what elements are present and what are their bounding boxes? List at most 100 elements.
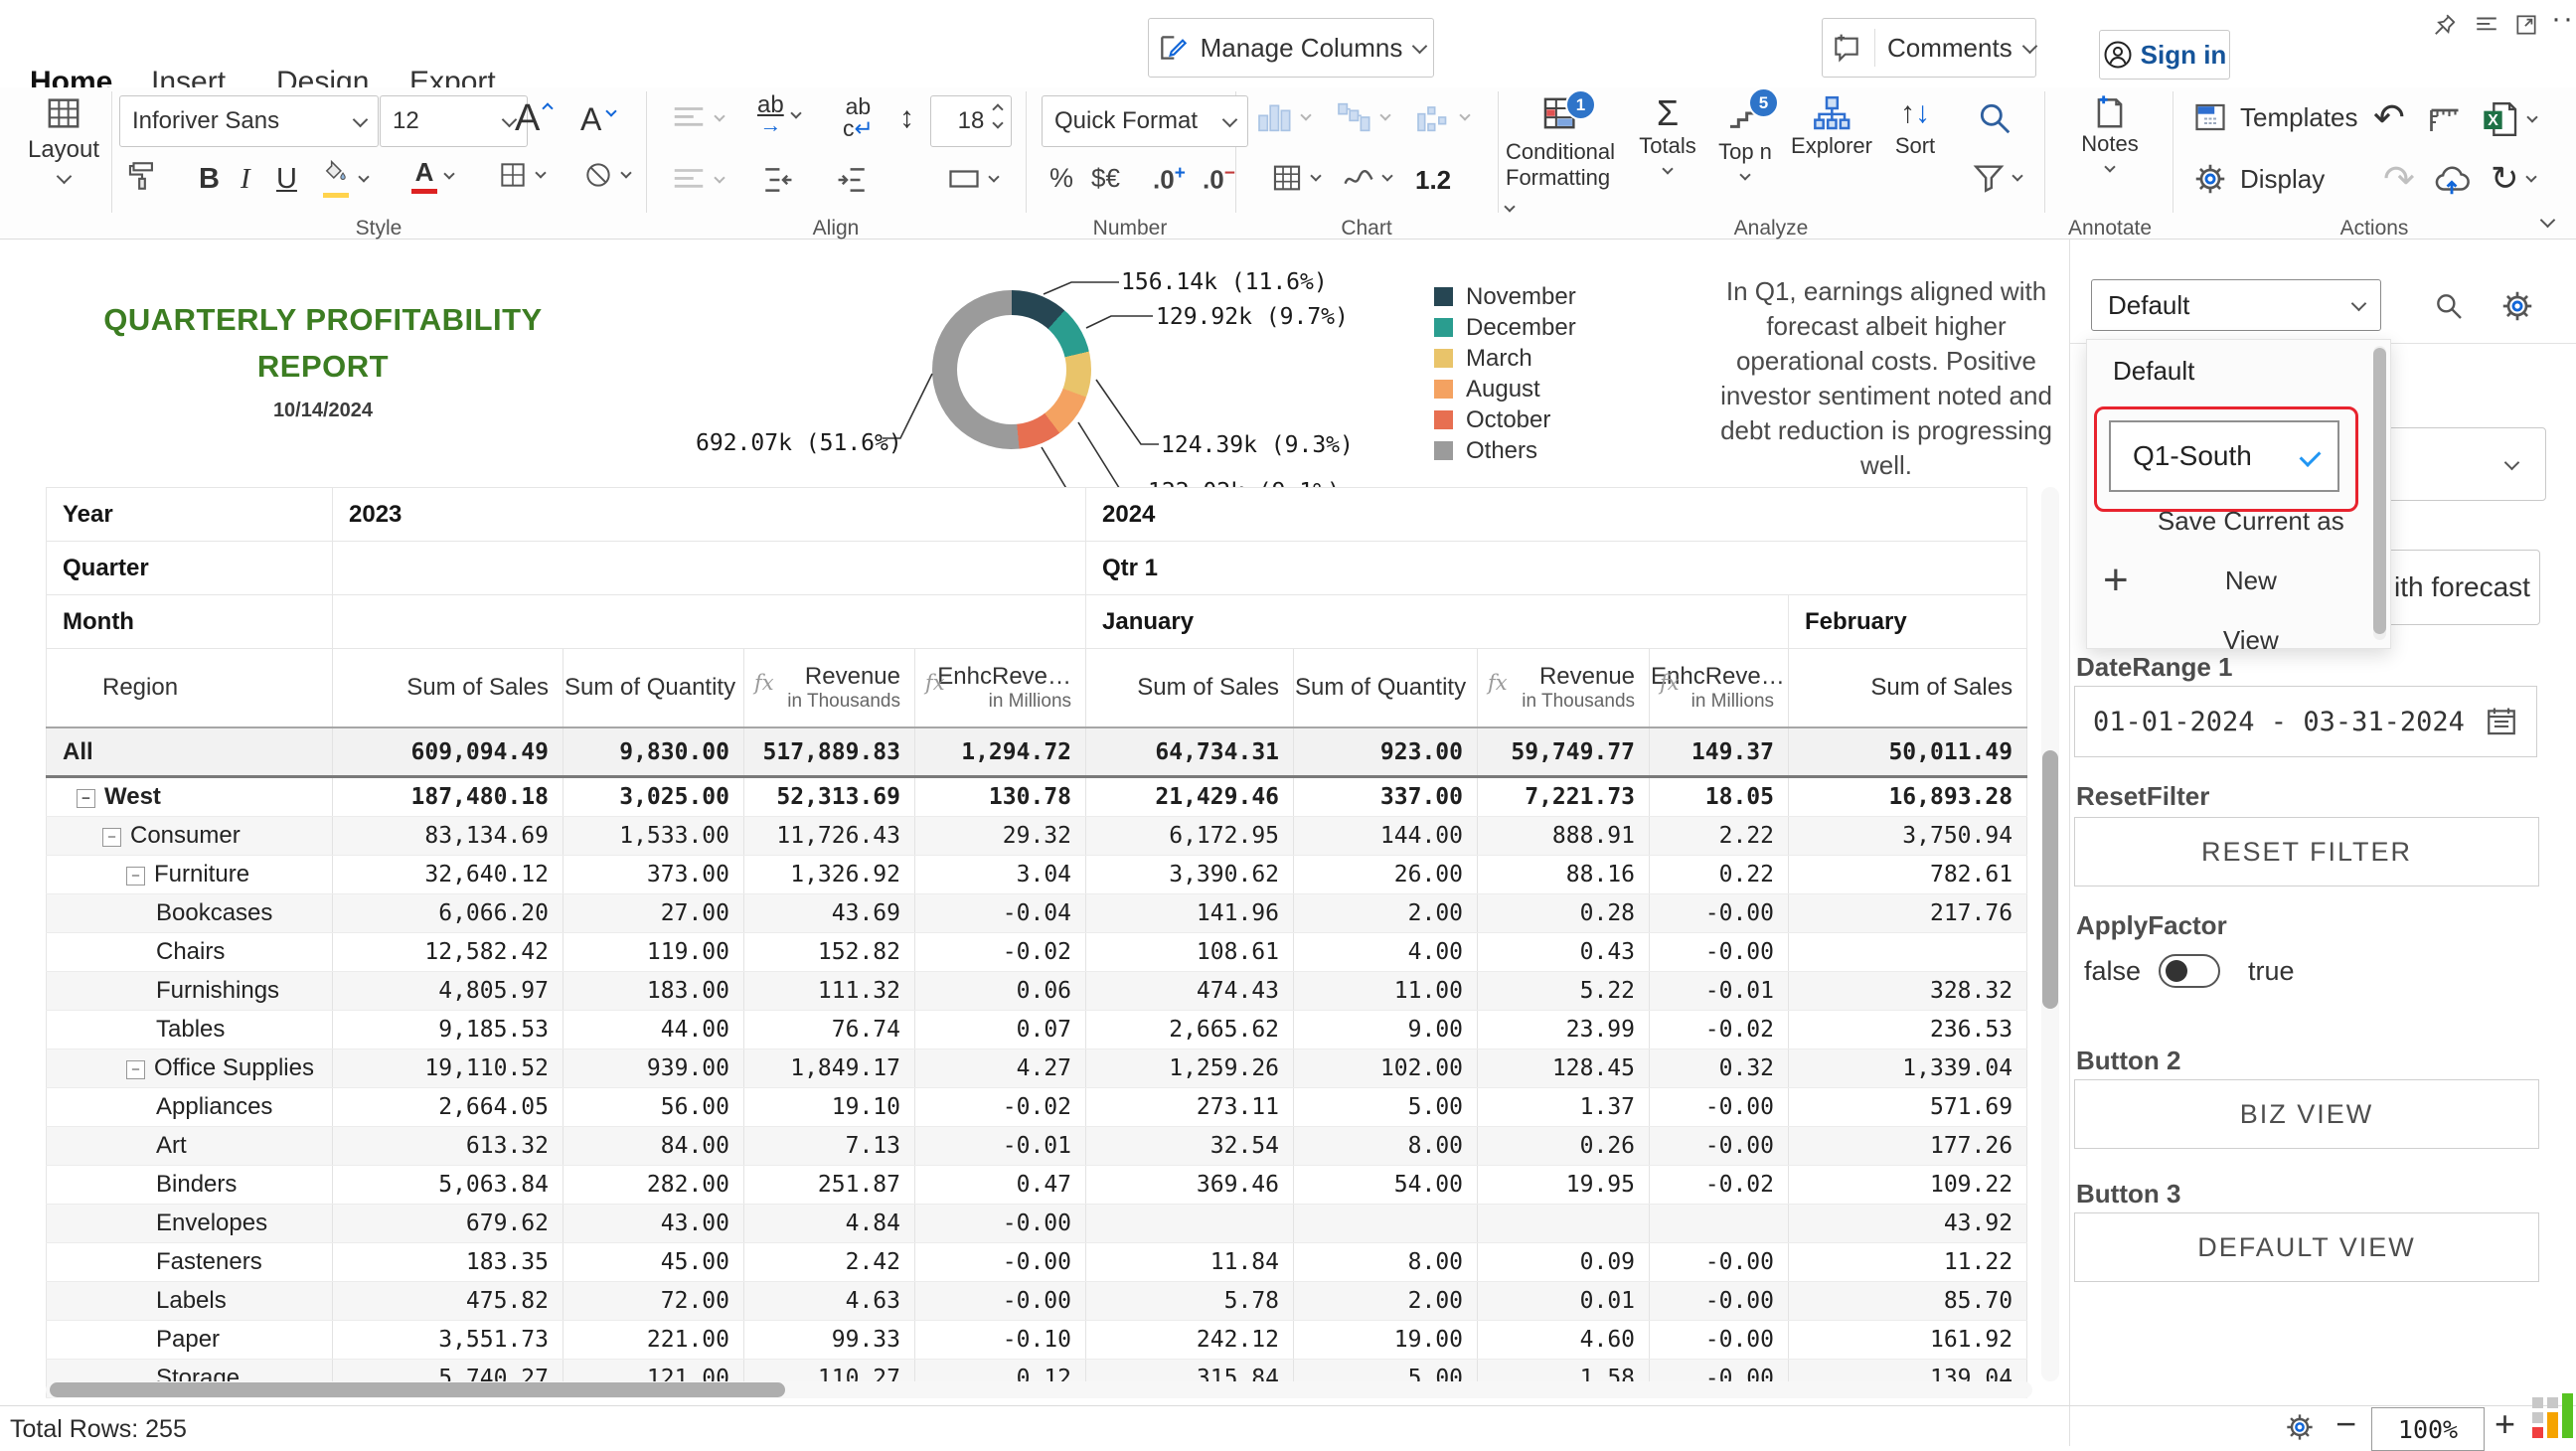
legend-item[interactable]: December [1434,312,1576,343]
decrease-indent-icon[interactable] [761,163,795,197]
insert-waterfall-chart-button[interactable] [1334,97,1389,137]
row-label[interactable]: −Furniture [47,856,333,894]
value-cell[interactable]: 5.78 [1086,1282,1294,1321]
value-cell[interactable]: 337.00 [1294,777,1478,817]
value-cell[interactable]: 2.42 [744,1243,915,1282]
value-cell[interactable]: 6,066.20 [333,894,564,933]
increase-decimal-button[interactable]: .0+ [1153,163,1186,196]
value-cell[interactable]: 236.53 [1789,1011,2027,1049]
underline-button[interactable]: U [276,163,297,196]
value-cell[interactable]: 19.95 [1478,1166,1650,1205]
value-cell[interactable]: 2.00 [1294,894,1478,933]
value-cell[interactable]: 9.00 [1294,1011,1478,1049]
value-cell[interactable]: 1,339.04 [1789,1049,2027,1088]
value-cell[interactable]: 609,094.49 [333,727,564,777]
value-cell[interactable]: 83,134.69 [333,817,564,856]
value-cell[interactable]: 4.63 [744,1282,915,1321]
value-cell[interactable]: 3,750.94 [1789,817,2027,856]
value-cell[interactable]: 571.69 [1789,1088,2027,1127]
value-cell[interactable]: 0.43 [1478,933,1650,972]
font-size-select[interactable]: 12 [380,95,528,147]
column-header[interactable]: fxEnhcReve…in Millions [915,649,1086,728]
value-cell[interactable]: 161.92 [1789,1321,2027,1360]
row-label[interactable]: −Consumer [47,817,333,856]
value-cell[interactable]: 2,664.05 [333,1088,564,1127]
row-label[interactable]: −Office Supplies [47,1049,333,1088]
zoom-level[interactable]: 100% [2371,1407,2485,1451]
gear-icon[interactable] [2284,1411,2316,1443]
value-cell[interactable]: 4.00 [1294,933,1478,972]
value-cell[interactable]: 8.00 [1294,1127,1478,1166]
value-cell[interactable]: 109.22 [1789,1166,2027,1205]
value-cell[interactable]: 251.87 [744,1166,915,1205]
value-cell[interactable]: 12,582.42 [333,933,564,972]
value-cell[interactable]: 11.00 [1294,972,1478,1011]
value-cell[interactable]: 16,893.28 [1789,777,2027,817]
conditional-formatting-button[interactable]: 1 Conditional Formatting [1506,93,1615,217]
value-cell[interactable]: -0.00 [1650,1321,1789,1360]
value-cell[interactable]: 76.74 [744,1011,915,1049]
italic-button[interactable]: I [241,163,250,196]
value-cell[interactable]: -0.02 [1650,1166,1789,1205]
daterange-input[interactable]: 01-01-2024 - 03-31-2024 [2074,686,2537,757]
row-label[interactable]: Appliances [47,1088,333,1127]
value-cell[interactable]: -0.10 [915,1321,1086,1360]
value-cell[interactable]: 1,294.72 [915,727,1086,777]
value-cell[interactable]: 29.32 [915,817,1086,856]
value-cell[interactable]: 183.00 [564,972,744,1011]
row-label[interactable]: Envelopes [47,1205,333,1243]
gear-icon[interactable] [2499,288,2535,324]
sort-button[interactable]: ↑↓ Sort [1883,93,1947,159]
value-cell[interactable] [1789,933,2027,972]
value-cell[interactable]: 19,110.52 [333,1049,564,1088]
column-header[interactable]: fxRevenuein Thousands [744,649,915,728]
value-cell[interactable]: 144.00 [1294,817,1478,856]
font-name-select[interactable]: Inforiver Sans [119,95,379,147]
value-cell[interactable]: 242.12 [1086,1321,1294,1360]
collapse-toggle-icon[interactable]: − [126,867,145,886]
column-header[interactable]: Sum of Sales [333,649,564,728]
value-cell[interactable]: 11,726.43 [744,817,915,856]
value-cell[interactable]: -0.00 [1650,894,1789,933]
value-cell[interactable]: 4.84 [744,1205,915,1243]
menu-lines-icon[interactable] [2474,12,2499,38]
value-cell[interactable]: -0.00 [1650,1088,1789,1127]
value-cell[interactable]: 59,749.77 [1478,727,1650,777]
year-2023[interactable]: 2023 [333,488,1086,542]
value-cell[interactable]: 0.01 [1478,1282,1650,1321]
manage-columns-button[interactable]: Manage Columns [1148,18,1434,78]
value-cell[interactable]: 1,326.92 [744,856,915,894]
value-cell[interactable]: 923.00 [1294,727,1478,777]
value-cell[interactable]: 50,011.49 [1789,727,2027,777]
value-cell[interactable]: 99.33 [744,1321,915,1360]
value-cell[interactable]: 54.00 [1294,1166,1478,1205]
vertical-align-button[interactable] [670,161,724,199]
value-cell[interactable]: 217.76 [1789,894,2027,933]
column-header[interactable]: Sum of Quantity [1294,649,1478,728]
value-cell[interactable]: 44.00 [564,1011,744,1049]
legend-item[interactable]: October [1434,404,1576,435]
value-cell[interactable]: 21,429.46 [1086,777,1294,817]
value-cell[interactable]: 0.06 [915,972,1086,1011]
undo-icon[interactable]: ↶ [2373,95,2405,140]
value-cell[interactable]: 149.37 [1650,727,1789,777]
value-cell[interactable]: -0.02 [915,933,1086,972]
cloud-upload-icon[interactable] [2433,161,2471,199]
column-header[interactable]: Sum of Sales [1789,649,2027,728]
layout-button[interactable]: Layout [22,93,105,182]
calendar-icon[interactable] [2485,705,2518,738]
value-cell[interactable]: 2.22 [1650,817,1789,856]
row-label[interactable]: −West [47,777,333,817]
value-cell[interactable]: 102.00 [1294,1049,1478,1088]
totals-button[interactable]: Σ Totals [1628,93,1707,173]
column-header[interactable]: Sum of Quantity [564,649,744,728]
row-label[interactable]: Paper [47,1321,333,1360]
value-cell[interactable]: 72.00 [564,1282,744,1321]
text-align-button[interactable] [670,99,724,137]
value-cell[interactable]: 613.32 [333,1127,564,1166]
value-cell[interactable]: 183.35 [333,1243,564,1282]
value-cell[interactable]: 5.00 [1294,1088,1478,1127]
value-cell[interactable]: 43.92 [1789,1205,2027,1243]
increase-font-button[interactable]: A [515,97,552,140]
format-painter-button[interactable] [125,159,159,193]
